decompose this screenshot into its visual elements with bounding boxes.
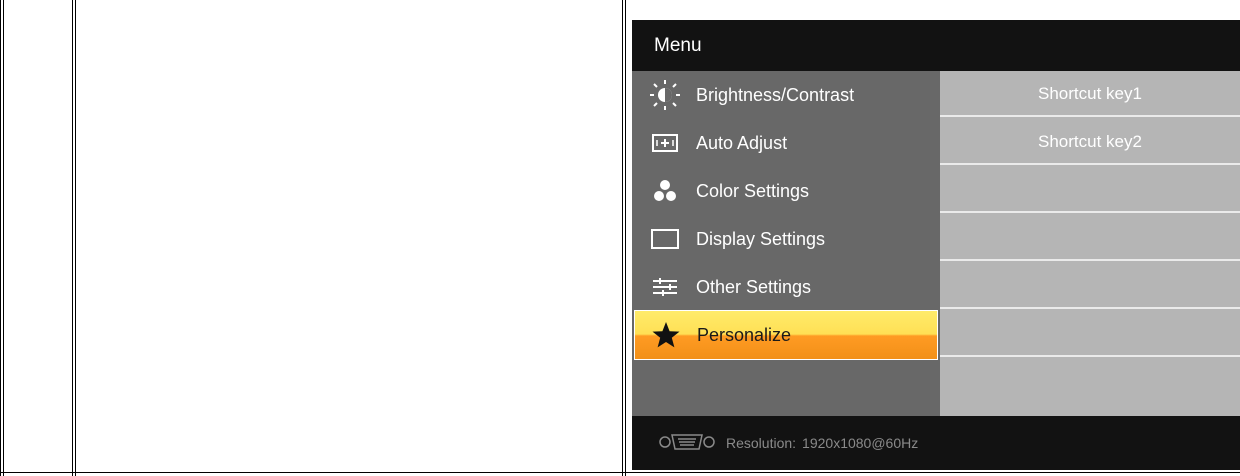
menu-item-color-settings[interactable]: Color Settings — [632, 167, 940, 215]
submenu-item-shortcut-key2[interactable]: Shortcut key2 — [940, 119, 1240, 165]
menu-item-label: Personalize — [697, 324, 792, 345]
resolution-value: 1920x1080@60Hz — [802, 435, 919, 451]
main-menu: Brightness/Contrast Auto Adjust Color Se… — [632, 71, 940, 416]
menu-item-label: Auto Adjust — [696, 132, 788, 153]
submenu-item-empty — [940, 263, 1240, 309]
menu-item-display-settings[interactable]: Display Settings — [632, 215, 940, 263]
star-icon — [649, 318, 683, 352]
submenu-panel: Shortcut key1 Shortcut key2 — [940, 71, 1240, 416]
status-bar: Resolution: 1920x1080@60Hz — [632, 416, 1240, 470]
submenu-item-empty — [940, 359, 1240, 405]
table-border-col2 — [622, 0, 626, 476]
submenu-item-shortcut-key1[interactable]: Shortcut key1 — [940, 71, 1240, 117]
color-settings-icon — [648, 174, 682, 208]
display-settings-icon — [648, 222, 682, 256]
menu-item-label: Brightness/Contrast — [696, 84, 855, 105]
menu-item-other-settings[interactable]: Other Settings — [632, 263, 940, 311]
submenu-item-empty — [940, 215, 1240, 261]
submenu-item-empty — [940, 311, 1240, 357]
menu-item-label: Color Settings — [696, 180, 810, 201]
menu-item-label: Other Settings — [696, 276, 812, 297]
table-border-bottom — [0, 472, 1240, 473]
osd-menu-screenshot: Menu Brightness/Contrast Auto Adjust Col… — [632, 20, 1240, 470]
manual-page: Menu Brightness/Contrast Auto Adjust Col… — [0, 0, 1240, 476]
table-border-col1 — [72, 0, 76, 476]
vga-connector-icon — [658, 432, 716, 455]
osd-title: Menu — [632, 20, 1240, 71]
other-settings-icon — [648, 270, 682, 304]
menu-item-label: Display Settings — [696, 228, 826, 249]
auto-adjust-icon — [648, 126, 682, 160]
menu-item-auto-adjust[interactable]: Auto Adjust — [632, 119, 940, 167]
menu-item-brightness-contrast[interactable]: Brightness/Contrast — [632, 71, 940, 119]
brightness-icon — [648, 78, 682, 112]
resolution-label: Resolution: — [726, 435, 797, 451]
submenu-item-empty — [940, 167, 1240, 213]
menu-item-personalize[interactable]: Personalize — [634, 310, 938, 360]
table-border-left — [0, 0, 4, 476]
